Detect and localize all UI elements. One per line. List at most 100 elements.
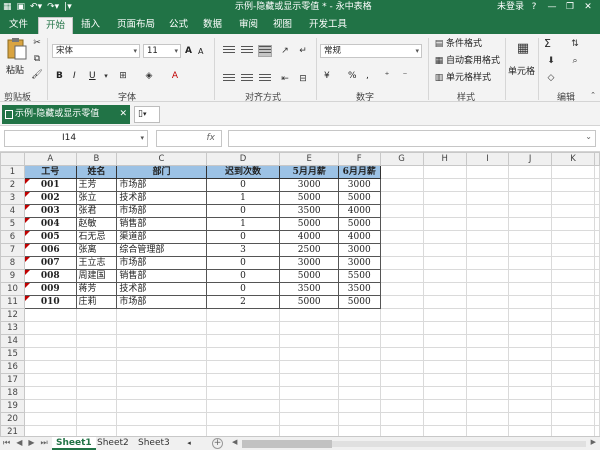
cell[interactable] <box>379 204 424 218</box>
header-cell[interactable]: 工号 <box>23 165 77 179</box>
data-cell[interactable]: 赵敏 <box>75 217 118 231</box>
cell[interactable] <box>279 373 339 387</box>
cell[interactable] <box>465 230 510 244</box>
cell[interactable] <box>594 178 600 192</box>
data-cell[interactable]: 0 <box>205 178 281 192</box>
row-header[interactable]: 5 <box>0 217 25 231</box>
cell[interactable] <box>508 295 552 309</box>
cell[interactable] <box>422 204 467 218</box>
cell[interactable] <box>279 360 339 374</box>
data-cell[interactable]: 周建国 <box>75 269 118 283</box>
cell-id[interactable]: 004 <box>23 217 77 231</box>
tab-data[interactable]: 数据 <box>196 17 229 34</box>
cell[interactable] <box>508 347 552 361</box>
row-header[interactable]: 9 <box>0 269 25 283</box>
cell[interactable] <box>75 360 118 374</box>
comma-button[interactable]: , <box>366 70 369 82</box>
cell[interactable] <box>465 399 510 413</box>
cell[interactable] <box>279 386 339 400</box>
cell[interactable] <box>205 308 281 322</box>
row-header[interactable]: 13 <box>0 321 25 335</box>
cell[interactable] <box>23 412 77 426</box>
add-sheet-icon[interactable]: + <box>212 438 223 449</box>
cell[interactable] <box>465 360 510 374</box>
formula-input[interactable]: ⌄ <box>228 130 596 147</box>
cell[interactable] <box>550 217 596 231</box>
cell[interactable] <box>594 412 600 426</box>
cell[interactable] <box>508 360 552 374</box>
cell[interactable] <box>279 347 339 361</box>
cell[interactable] <box>422 295 467 309</box>
cell[interactable] <box>508 256 552 270</box>
cell[interactable] <box>550 386 596 400</box>
data-cell[interactable]: 3000 <box>279 256 339 270</box>
data-cell[interactable]: 庄莉 <box>75 295 118 309</box>
cell[interactable] <box>550 399 596 413</box>
data-cell[interactable]: 4000 <box>279 230 339 244</box>
header-cell[interactable]: 6月月薪 <box>337 165 381 179</box>
currency-button[interactable]: ¥ <box>324 70 330 82</box>
cell[interactable] <box>337 386 381 400</box>
tab-review[interactable]: 审阅 <box>232 17 265 34</box>
redo-icon[interactable]: ↷▾ <box>47 1 59 13</box>
cell[interactable] <box>508 191 552 205</box>
data-cell[interactable]: 市场部 <box>116 256 207 270</box>
column-header[interactable]: K <box>550 152 596 166</box>
cell[interactable] <box>594 230 600 244</box>
tab-developer[interactable]: 开发工具 <box>302 17 354 34</box>
restore-icon[interactable]: ❐ <box>562 0 578 14</box>
cell[interactable] <box>116 360 207 374</box>
cell[interactable] <box>279 321 339 335</box>
data-cell[interactable]: 市场部 <box>116 295 207 309</box>
cell[interactable] <box>508 425 552 436</box>
cell[interactable] <box>23 334 77 348</box>
tab-page-layout[interactable]: 页面布局 <box>110 17 162 34</box>
cell[interactable] <box>379 165 424 179</box>
column-header[interactable]: F <box>337 152 381 166</box>
column-header[interactable]: G <box>379 152 424 166</box>
cell-style-button[interactable]: 单元格样式 <box>446 72 491 84</box>
cell[interactable] <box>594 217 600 231</box>
cells-button[interactable]: 单元格 <box>508 66 535 78</box>
data-cell[interactable]: 3000 <box>279 178 339 192</box>
row-header[interactable]: 14 <box>0 334 25 348</box>
cell[interactable] <box>75 386 118 400</box>
column-header[interactable] <box>594 152 600 166</box>
cell[interactable] <box>550 334 596 348</box>
cell[interactable] <box>422 425 467 436</box>
workbook-tab[interactable]: 示例-隐藏或显示零值 ✕ <box>2 105 130 124</box>
row-header[interactable]: 18 <box>0 386 25 400</box>
cell[interactable] <box>116 412 207 426</box>
cell[interactable] <box>594 321 600 335</box>
cell[interactable] <box>337 360 381 374</box>
login-status[interactable]: 未登录 <box>497 1 524 13</box>
clear-icon[interactable]: ◇ <box>544 71 558 85</box>
scroll-left-icon[interactable]: ◀ <box>232 438 237 446</box>
cell[interactable] <box>422 386 467 400</box>
cell[interactable] <box>379 243 424 257</box>
row-header[interactable]: 17 <box>0 373 25 387</box>
cell[interactable] <box>379 425 424 436</box>
cell[interactable] <box>594 386 600 400</box>
cell[interactable] <box>23 373 77 387</box>
cell[interactable] <box>465 269 510 283</box>
cell[interactable] <box>550 295 596 309</box>
cell-id[interactable]: 009 <box>23 282 77 296</box>
cell[interactable] <box>379 191 424 205</box>
cell[interactable] <box>550 308 596 322</box>
cell[interactable] <box>422 360 467 374</box>
cell[interactable] <box>508 269 552 283</box>
cell[interactable] <box>465 373 510 387</box>
header-cell[interactable]: 部门 <box>116 165 207 179</box>
cell[interactable] <box>550 178 596 192</box>
cell[interactable] <box>379 412 424 426</box>
cell[interactable] <box>508 399 552 413</box>
sort-filter-icon[interactable]: ⇅ <box>568 37 582 51</box>
data-cell[interactable]: 销售部 <box>116 217 207 231</box>
row-header[interactable]: 7 <box>0 243 25 257</box>
paste-icon[interactable] <box>6 37 28 61</box>
cell[interactable] <box>23 399 77 413</box>
data-cell[interactable]: 5000 <box>279 295 339 309</box>
data-cell[interactable]: 综合管理部 <box>116 243 207 257</box>
cell[interactable] <box>465 243 510 257</box>
